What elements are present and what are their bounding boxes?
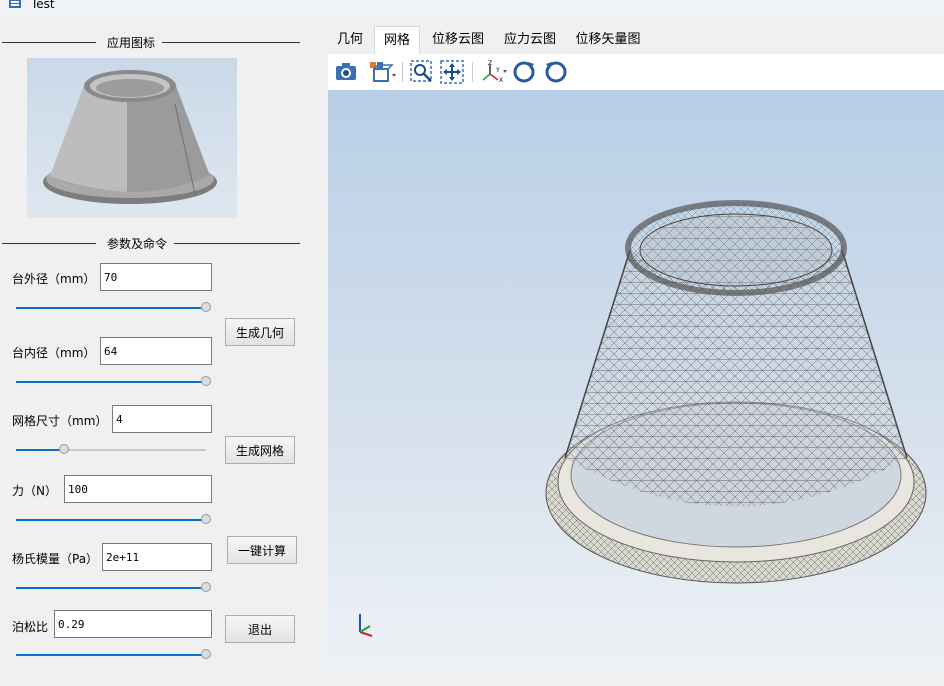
zoom-box-icon[interactable] [410,60,434,84]
camera-icon[interactable] [334,60,358,84]
view-tabs: 几何 网格 位移云图 应力云图 位移矢量图 [328,26,944,54]
fit-all-icon[interactable] [440,60,464,84]
axes-triad-icon [359,614,373,637]
svg-text:Z: Z [488,60,492,67]
params-section-title: 参数及命令 [0,235,302,251]
exit-button[interactable]: 退出 [225,615,295,643]
tab-displacement-contour[interactable]: 位移云图 [426,26,490,54]
rotate-cw-icon[interactable] [544,60,568,84]
force-slider[interactable] [16,514,211,526]
app-icon [8,0,22,9]
force-input[interactable] [64,475,212,503]
axes-orientation-icon[interactable]: ZYX [480,60,510,84]
tab-displacement-vector[interactable]: 位移矢量图 [570,26,646,54]
view-select-icon[interactable] [368,60,398,84]
svg-text:X: X [499,77,503,84]
mesh-size-label: 网格尺寸（mm） [12,414,108,428]
outer-diameter-label: 台外径（mm） [12,272,96,286]
right-panel: 几何 网格 位移云图 应力云图 位移矢量图 ZYX [328,16,944,686]
tab-stress-contour[interactable]: 应力云图 [498,26,562,54]
app-icon-section-title: 应用图标 [0,34,302,50]
svg-text:Y: Y [495,67,500,74]
tab-geometry[interactable]: 几何 [328,26,372,54]
left-panel: 应用图标 参数及命令 台外径（mm） 生成几何 台内径（mm） 网格尺寸（mm） [0,16,326,686]
generate-geometry-button[interactable]: 生成几何 [225,318,295,346]
title-bar: Test [0,0,944,16]
mesh-size-input[interactable] [112,405,212,433]
mesh-size-slider[interactable] [16,444,206,456]
youngs-modulus-label: 杨氏模量（Pa） [12,552,99,566]
rotate-ccw-icon[interactable] [512,60,536,84]
force-label: 力（N） [12,484,57,498]
poisson-ratio-slider[interactable] [16,649,211,661]
generate-mesh-button[interactable]: 生成网格 [225,436,295,464]
inner-diameter-slider[interactable] [16,376,211,388]
poisson-ratio-input[interactable] [54,610,212,638]
compute-button[interactable]: 一键计算 [227,536,297,564]
outer-diameter-input[interactable] [100,263,212,291]
view-toolbar: ZYX [328,54,944,90]
inner-diameter-label: 台内径（mm） [12,346,96,360]
window-title: Test [31,0,55,11]
youngs-modulus-input[interactable] [102,543,212,571]
poisson-ratio-label: 泊松比 [12,620,49,634]
tab-mesh[interactable]: 网格 [374,26,420,54]
youngs-modulus-slider[interactable] [16,582,211,594]
inner-diameter-input[interactable] [100,337,212,365]
app-preview-image [27,58,237,218]
mesh-model [359,200,927,637]
outer-diameter-slider[interactable] [16,302,211,314]
3d-viewport[interactable] [328,90,944,678]
